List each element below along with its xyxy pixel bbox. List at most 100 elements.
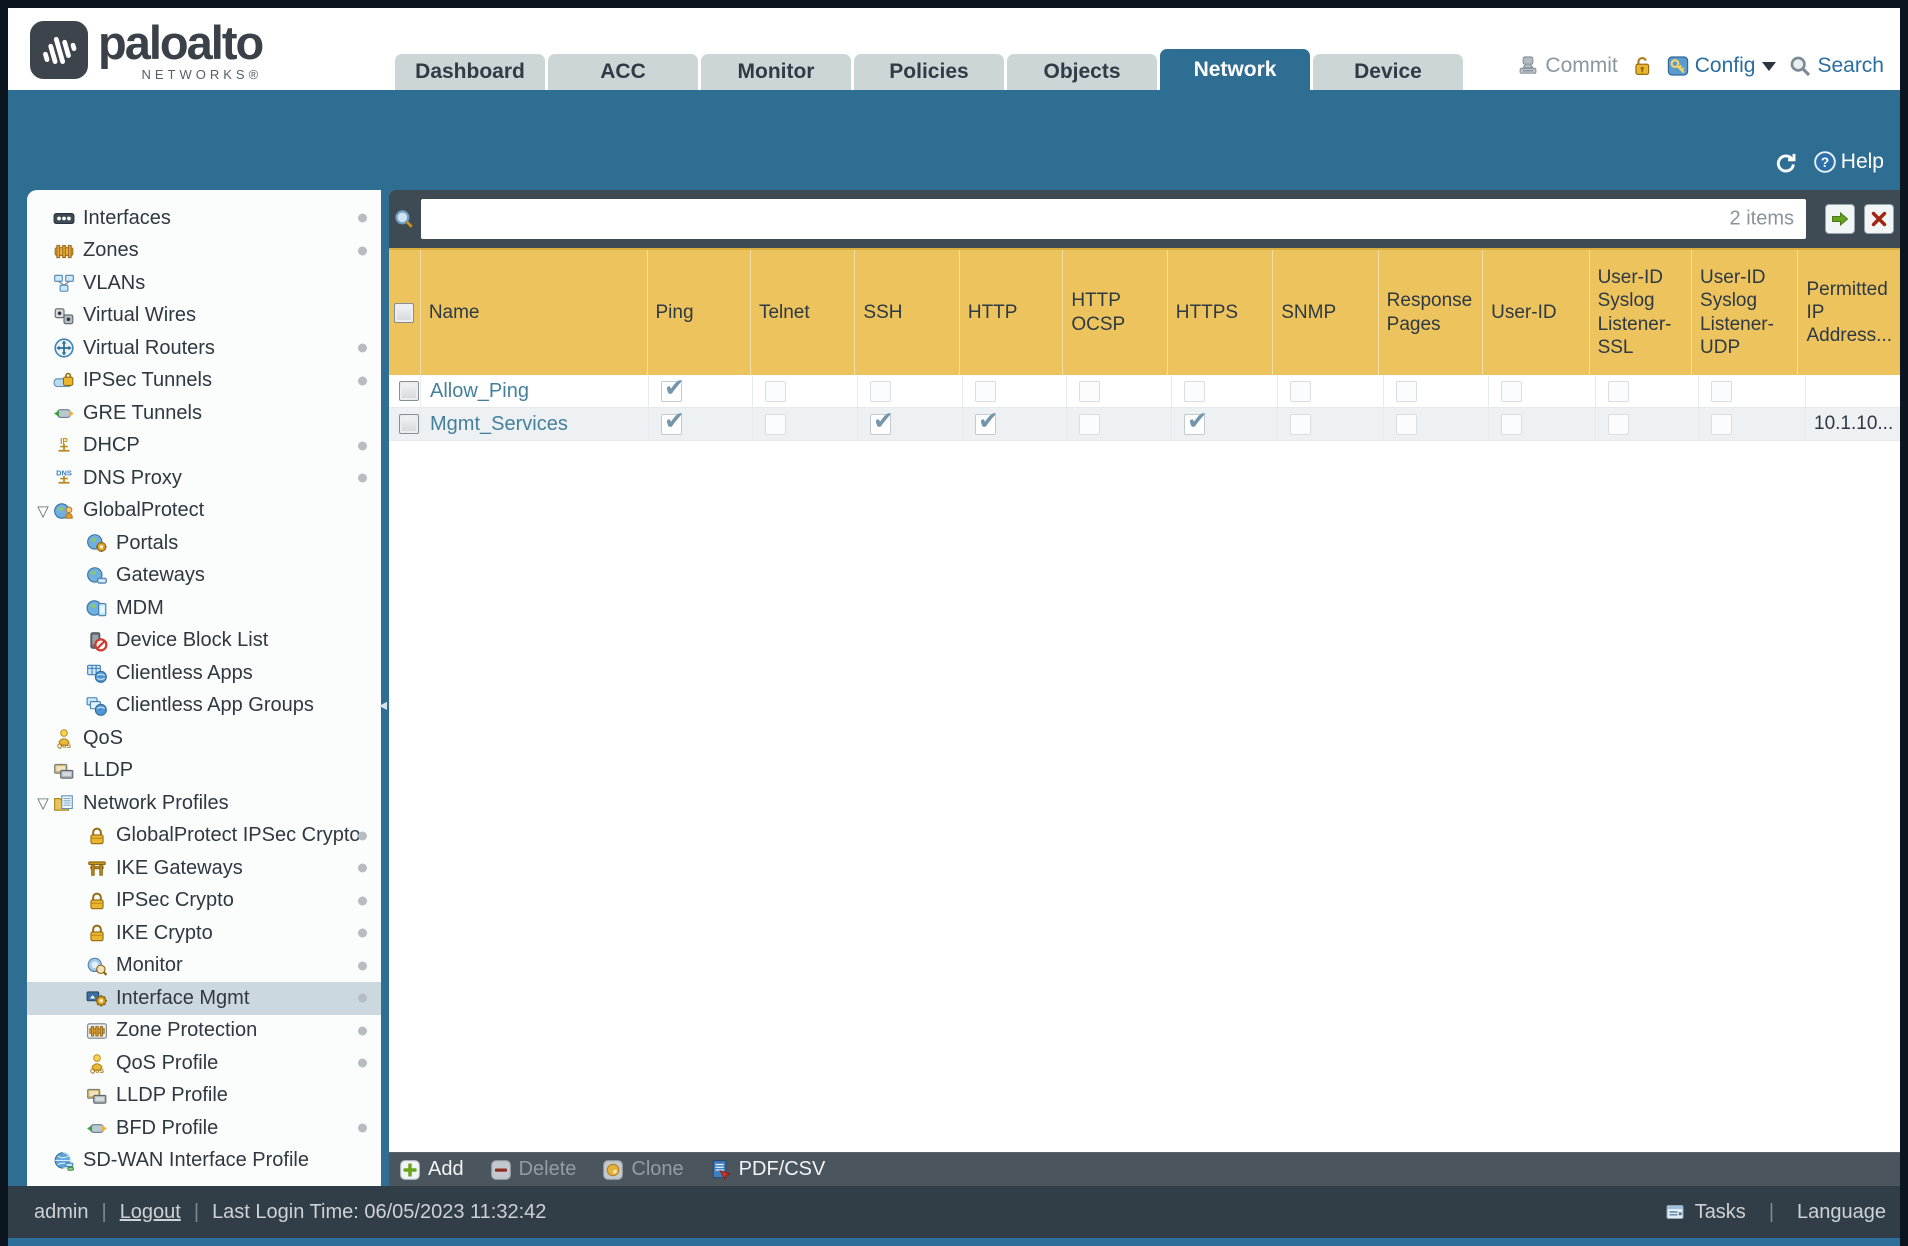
column-header-ssh[interactable]: SSH	[855, 250, 960, 375]
user_id_syslog_udp-checkbox[interactable]	[1711, 380, 1732, 402]
sidebar-item-dns-proxy[interactable]: DNS DNS Proxy	[27, 462, 381, 495]
sidebar-item-network-profiles[interactable]: ▽ Network Profiles	[27, 787, 381, 820]
tab-policies[interactable]: Policies	[854, 54, 1004, 90]
logout-link[interactable]: Logout	[120, 1201, 181, 1224]
user_id_syslog_ssl-checkbox[interactable]	[1608, 413, 1629, 435]
http-checkbox[interactable]	[975, 380, 996, 402]
column-header-http-ocsp[interactable]: HTTP OCSP	[1063, 250, 1168, 375]
sidebar-item-clientless-app-groups[interactable]: Clientless App Groups	[27, 690, 381, 723]
row-name-link[interactable]: Mgmt_Services	[430, 413, 568, 436]
sidebar-item-virtual-routers[interactable]: Virtual Routers	[27, 332, 381, 365]
sidebar-item-interfaces[interactable]: Interfaces	[27, 202, 381, 235]
sidebar-item-globalprotect[interactable]: ▽ GlobalProtect	[27, 495, 381, 528]
tab-device[interactable]: Device	[1313, 54, 1463, 90]
apply-filter-button[interactable]	[1825, 204, 1855, 234]
unlocked-padlock-icon[interactable]	[1630, 54, 1654, 78]
commit-button[interactable]: Commit	[1516, 54, 1618, 78]
sidebar-item-vlans[interactable]: VLANs	[27, 267, 381, 300]
ping-checkbox[interactable]: ✔	[661, 374, 685, 402]
expand-caret-icon[interactable]: ▽	[35, 502, 51, 520]
sidebar-item-monitor[interactable]: Monitor	[27, 950, 381, 983]
sidebar-item-lldp-profile[interactable]: LLDP Profile	[27, 1080, 381, 1113]
sidebar-item-device-block-list[interactable]: Device Block List	[27, 625, 381, 658]
sidebar-splitter[interactable]: ◂	[379, 190, 389, 1186]
http_ocsp-checkbox[interactable]	[1079, 413, 1100, 435]
sidebar-item-lldp[interactable]: LLDP	[27, 755, 381, 788]
telnet-checkbox[interactable]	[765, 413, 786, 435]
sidebar-item-globalprotect-ipsec-crypto[interactable]: GlobalProtect IPSec Crypto	[27, 820, 381, 853]
sidebar-item-gateways[interactable]: Gateways	[27, 560, 381, 593]
https-checkbox[interactable]: ✔	[1184, 407, 1208, 435]
clone-button[interactable]: Clone	[602, 1158, 684, 1181]
pdf-csv-button[interactable]: PDF/CSV	[710, 1158, 825, 1181]
http_ocsp-checkbox[interactable]	[1079, 380, 1100, 402]
clientless-app-groups-icon	[86, 695, 108, 717]
config-dropdown[interactable]: Config	[1666, 54, 1777, 78]
collapse-sidebar-icon[interactable]: ◂	[379, 695, 387, 715]
sidebar-item-gre-tunnels[interactable]: GRE Tunnels	[27, 397, 381, 430]
user_id_syslog_ssl-checkbox[interactable]	[1608, 380, 1629, 402]
column-header-snmp[interactable]: SNMP	[1273, 250, 1379, 375]
sidebar-item-mdm[interactable]: MDM	[27, 592, 381, 625]
help-button[interactable]: ? Help	[1813, 150, 1884, 174]
user_id-checkbox[interactable]	[1501, 413, 1522, 435]
column-header-user-id-syslog-listener-udp[interactable]: User-ID Syslog Listener-UDP	[1692, 250, 1799, 375]
tab-acc[interactable]: ACC	[548, 54, 698, 90]
response_pages-checkbox[interactable]	[1396, 380, 1417, 402]
sidebar-item-qos-profile[interactable]: QoS QoS Profile	[27, 1047, 381, 1080]
filter-input[interactable]	[421, 199, 1806, 239]
response_pages-checkbox[interactable]	[1396, 413, 1417, 435]
tasks-button[interactable]: Tasks	[1695, 1201, 1746, 1224]
ping-checkbox[interactable]: ✔	[661, 407, 685, 435]
tab-objects[interactable]: Objects	[1007, 54, 1157, 90]
expand-caret-icon[interactable]: ▽	[35, 794, 51, 812]
column-header-ping[interactable]: Ping	[648, 250, 751, 375]
dns-proxy-icon: DNS	[53, 467, 75, 489]
column-header-permitted-ip-address[interactable]: Permitted IP Address...	[1798, 250, 1900, 375]
column-header-user-id[interactable]: User-ID	[1483, 250, 1590, 375]
ssh-checkbox[interactable]	[870, 380, 891, 402]
add-button[interactable]: Add	[399, 1158, 464, 1181]
snmp-checkbox[interactable]	[1290, 380, 1311, 402]
row-select-checkbox[interactable]	[399, 414, 419, 434]
column-header-response-pages[interactable]: Response Pages	[1379, 250, 1484, 375]
user_id-checkbox[interactable]	[1501, 380, 1522, 402]
ssh-checkbox[interactable]: ✔	[870, 407, 894, 435]
column-header-user-id-syslog-listener-ssl[interactable]: User-ID Syslog Listener-SSL	[1590, 250, 1693, 375]
column-header-http[interactable]: HTTP	[960, 250, 1064, 375]
sidebar-item-interface-mgmt[interactable]: Interface Mgmt	[27, 982, 381, 1015]
column-header-https[interactable]: HTTPS	[1168, 250, 1274, 375]
http-checkbox[interactable]: ✔	[975, 407, 999, 435]
tab-monitor[interactable]: Monitor	[701, 54, 851, 90]
user_id_syslog_udp-checkbox[interactable]	[1711, 413, 1732, 435]
sidebar-item-portals[interactable]: Portals	[27, 527, 381, 560]
sidebar-item-dhcp[interactable]: IP DHCP	[27, 430, 381, 463]
sidebar-item-bfd-profile[interactable]: BFD Profile	[27, 1112, 381, 1145]
sidebar-item-ike-crypto[interactable]: IKE Crypto	[27, 917, 381, 950]
delete-button[interactable]: Delete	[490, 1158, 576, 1181]
telnet-checkbox[interactable]	[765, 380, 786, 402]
sidebar-item-ike-gateways[interactable]: IKE Gateways	[27, 852, 381, 885]
select-all-checkbox[interactable]	[394, 302, 415, 323]
sidebar-item-label: Network Profiles	[83, 791, 229, 814]
column-header-name[interactable]: Name	[421, 250, 648, 375]
sidebar-item-zone-protection[interactable]: Zone Protection	[27, 1015, 381, 1048]
sidebar-item-virtual-wires[interactable]: Virtual Wires	[27, 300, 381, 333]
tab-network[interactable]: Network	[1160, 49, 1310, 90]
sidebar-item-qos[interactable]: QoS QoS	[27, 722, 381, 755]
sidebar-item-ipsec-tunnels[interactable]: IPSec Tunnels	[27, 365, 381, 398]
row-name-link[interactable]: Allow_Ping	[430, 380, 529, 403]
row-select-checkbox[interactable]	[399, 381, 419, 401]
sidebar-item-sd-wan-interface-profile[interactable]: SD-WAN Interface Profile	[27, 1145, 381, 1178]
tab-dashboard[interactable]: Dashboard	[395, 54, 545, 90]
refresh-icon[interactable]	[1773, 150, 1797, 174]
column-header-telnet[interactable]: Telnet	[751, 250, 856, 375]
sidebar-item-clientless-apps[interactable]: Clientless Apps	[27, 657, 381, 690]
sidebar-item-ipsec-crypto[interactable]: IPSec Crypto	[27, 885, 381, 918]
sidebar-item-zones[interactable]: Zones	[27, 235, 381, 268]
https-checkbox[interactable]	[1184, 380, 1205, 402]
global-search-button[interactable]: Search	[1788, 54, 1884, 78]
snmp-checkbox[interactable]	[1290, 413, 1311, 435]
language-button[interactable]: Language	[1797, 1201, 1886, 1224]
clear-filter-button[interactable]	[1864, 204, 1894, 234]
